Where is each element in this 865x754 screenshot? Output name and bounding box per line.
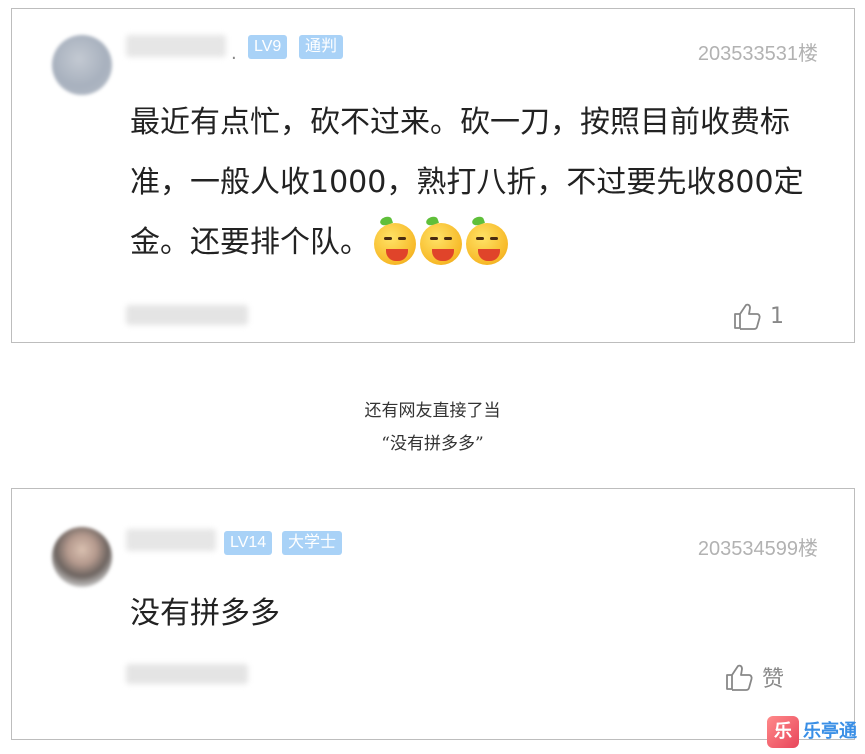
thumbs-up-icon [734, 303, 761, 330]
level-badge: LV9 [248, 35, 288, 59]
floor-number: 203533531楼 [697, 43, 818, 65]
emoji-group [374, 214, 512, 274]
grin-fruit-emoji-icon [420, 215, 462, 265]
watermark-name: 乐亭通 [803, 721, 857, 742]
title-badge: 通判 [299, 35, 344, 59]
title-badge: 大学士 [282, 531, 343, 555]
like-label: 赞 [761, 667, 784, 692]
thumbs-up-icon [726, 664, 753, 691]
watermark: 乐 乐亭通 [767, 716, 857, 748]
username-blurred[interactable] [126, 35, 226, 57]
comment-card: . LV9 通判 203533531楼 最近有点忙，砍不过来。砍一刀，按照目前收… [11, 8, 855, 343]
comment-card: LV14 大学士 203534599楼 没有拼多多 赞 [11, 488, 855, 740]
comment-text: 没有拼多多 [130, 596, 280, 631]
like-count: 1 [770, 303, 784, 329]
grin-fruit-emoji-icon [374, 215, 416, 265]
avatar[interactable] [52, 35, 112, 95]
caption-line: 还有网友直接了当 [364, 401, 501, 421]
timestamp-blurred [126, 664, 248, 684]
watermark-logo-icon: 乐 [767, 716, 799, 748]
grin-fruit-emoji-icon [466, 215, 508, 265]
comment-text-block: 最近有点忙，砍不过来。砍一刀，按照目前收费标准，一般人收1000，熟打八折，不过… [130, 93, 820, 274]
caption-quote: “没有拼多多” [381, 434, 484, 454]
watermark-text: 乐亭通 [803, 722, 857, 742]
like-button[interactable]: 1 [732, 301, 784, 331]
like-button[interactable]: 赞 [724, 661, 784, 693]
floor-number: 203534599楼 [697, 538, 818, 560]
avatar[interactable] [52, 527, 112, 587]
username-blurred[interactable] [126, 529, 216, 551]
username-dot: . [231, 43, 237, 64]
level-badge: LV14 [224, 531, 273, 555]
timestamp-blurred [126, 305, 248, 325]
